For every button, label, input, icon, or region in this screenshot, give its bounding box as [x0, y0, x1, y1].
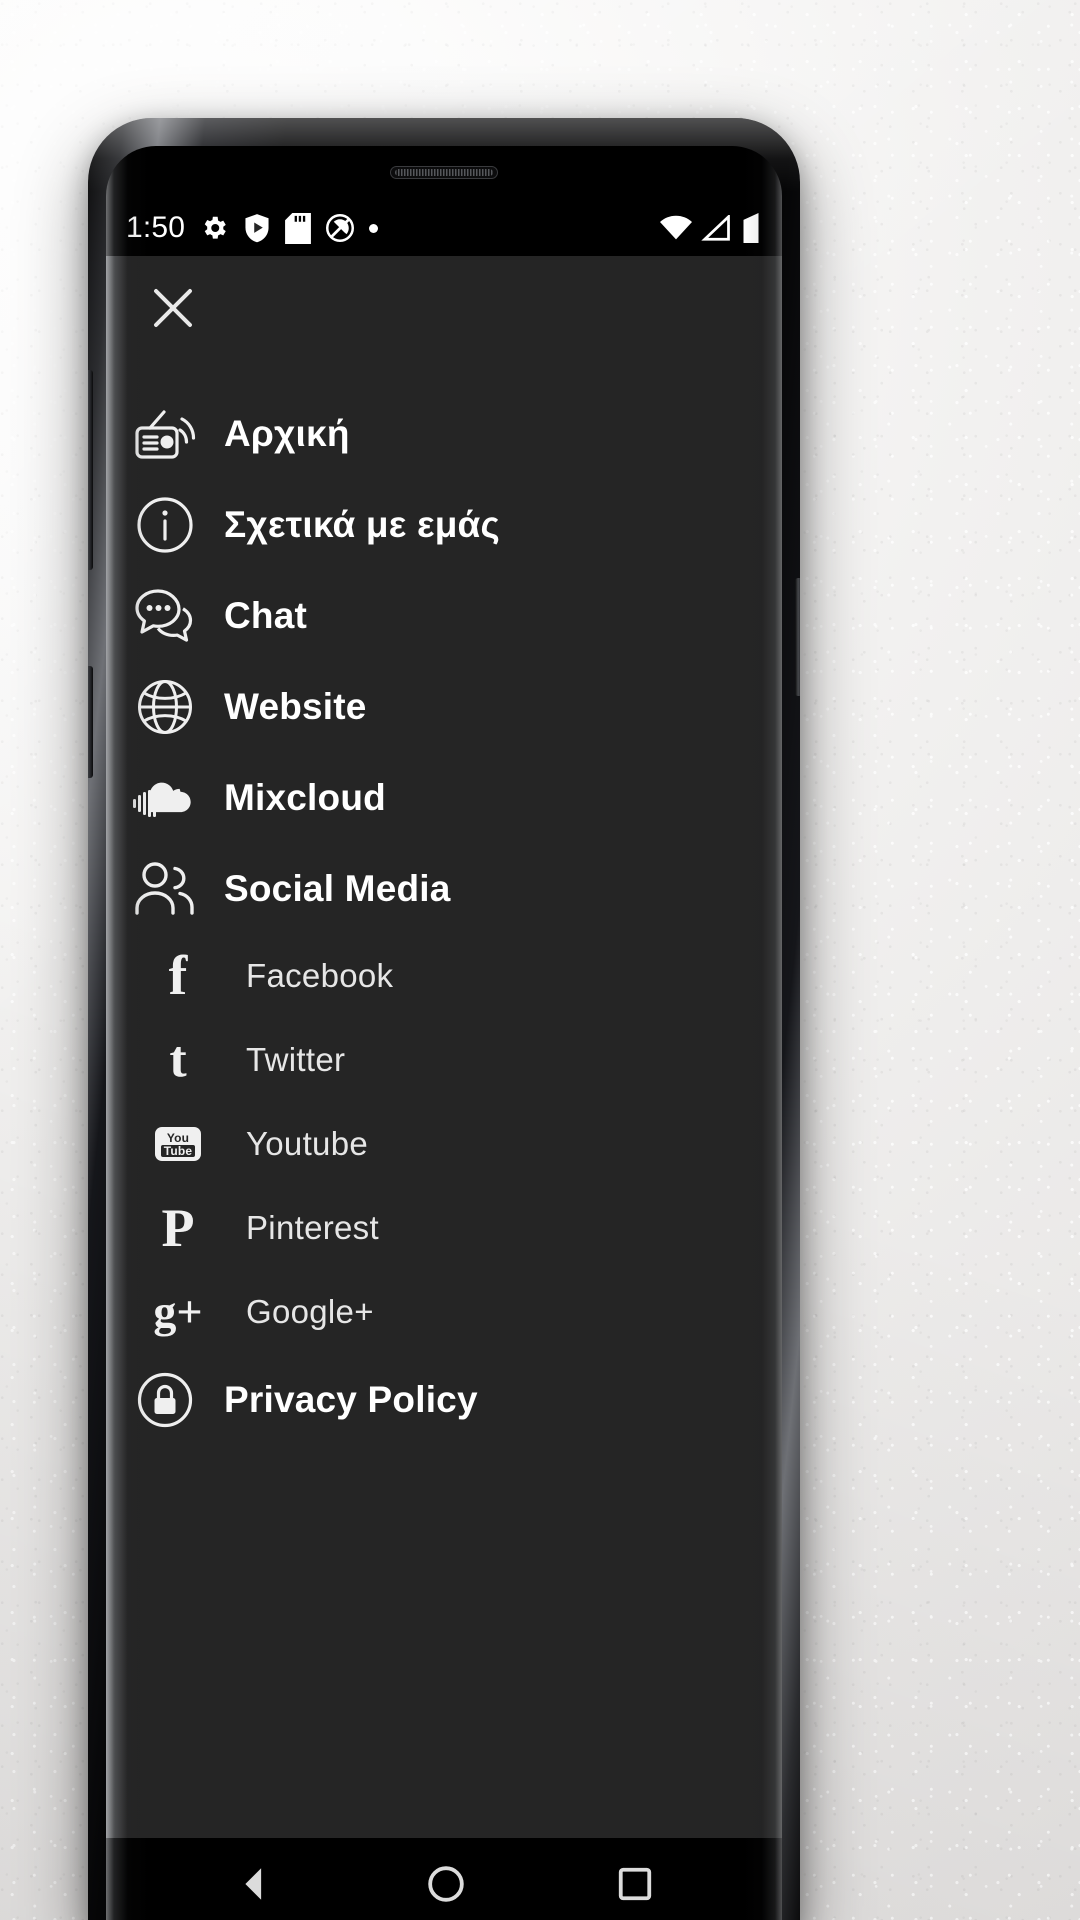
menu-item-label: Pinterest [246, 1209, 379, 1246]
menu-item-chat[interactable]: Chat [106, 570, 782, 661]
menu-item-label: Website [224, 685, 367, 727]
back-icon[interactable] [234, 1863, 276, 1905]
menu-item-home[interactable]: Αρχική [106, 388, 782, 479]
menu-item-label: Σχετικά με εμάς [224, 503, 500, 545]
wifi-icon [660, 215, 692, 241]
sd-card-icon [285, 212, 312, 244]
globe-icon [106, 678, 224, 736]
navigation-drawer: Αρχική Σχετικά με εμάς Chat Website Mixc… [106, 256, 782, 1920]
youtube-top-text: You [166, 1130, 190, 1145]
signal-icon [701, 215, 731, 241]
mixcloud-icon [106, 779, 224, 817]
assistant-button[interactable] [88, 666, 93, 778]
twitter-icon: t [106, 1034, 224, 1086]
menu-item-label: Youtube [246, 1125, 369, 1162]
menu-item-website[interactable]: Website [106, 661, 782, 752]
drawer-menu: Αρχική Σχετικά με εμάς Chat Website Mixc… [106, 360, 782, 1445]
system-navigation-bar [106, 1838, 782, 1920]
phone-device: 1:50 Αρχική Σχετικά με εμάς Chat Website… [88, 118, 800, 1920]
earpiece-speaker [390, 166, 498, 179]
menu-item-pinterest[interactable]: P Pinterest [106, 1186, 782, 1270]
menu-item-label: Αρχική [224, 412, 350, 454]
menu-item-label: Privacy Policy [224, 1378, 478, 1420]
people-icon [106, 860, 224, 918]
menu-item-youtube[interactable]: You Tube Youtube [106, 1102, 782, 1186]
twitter-glyph: t [169, 1031, 187, 1088]
facebook-icon: f [106, 948, 224, 1004]
power-button[interactable] [795, 578, 800, 696]
menu-item-mixcloud[interactable]: Mixcloud [106, 752, 782, 843]
menu-item-googleplus[interactable]: g+ Google+ [106, 1270, 782, 1354]
phone-screen: 1:50 Αρχική Σχετικά με εμάς Chat Website… [106, 146, 782, 1920]
status-clock: 1:50 [126, 211, 186, 244]
info-circle-icon [106, 496, 224, 554]
youtube-bottom-text: Tube [160, 1144, 196, 1157]
facebook-glyph: f [168, 945, 188, 1007]
close-icon[interactable] [144, 279, 202, 337]
gear-icon [199, 213, 229, 243]
pinterest-glyph: P [161, 1198, 195, 1258]
menu-item-facebook[interactable]: f Facebook [106, 934, 782, 1018]
pinterest-icon: P [106, 1201, 224, 1255]
menu-item-label: Social Media [224, 867, 451, 909]
play-shield-icon [243, 213, 271, 243]
status-bar-left: 1:50 [112, 211, 379, 244]
chat-bubbles-icon [106, 587, 224, 645]
battery-icon [740, 213, 762, 243]
menu-item-social-media[interactable]: Social Media [106, 843, 782, 934]
radio-icon [106, 406, 224, 462]
lock-circle-icon [106, 1371, 224, 1429]
drawer-header [106, 256, 782, 360]
volume-button[interactable] [88, 370, 93, 570]
menu-item-twitter[interactable]: t Twitter [106, 1018, 782, 1102]
recents-icon[interactable] [616, 1865, 654, 1903]
menu-item-label: Chat [224, 594, 308, 636]
youtube-badge: You Tube [155, 1127, 201, 1161]
status-bar-right [660, 213, 768, 243]
menu-item-privacy-policy[interactable]: Privacy Policy [106, 1354, 782, 1445]
do-not-disturb-icon [325, 213, 355, 243]
status-bar: 1:50 [106, 200, 782, 256]
menu-item-label: Google+ [246, 1293, 374, 1330]
menu-item-label: Twitter [246, 1041, 346, 1078]
menu-item-label: Facebook [246, 957, 394, 994]
dot-icon [369, 223, 379, 233]
home-icon[interactable] [427, 1865, 465, 1903]
youtube-icon: You Tube [106, 1127, 224, 1161]
menu-item-about[interactable]: Σχετικά με εμάς [106, 479, 782, 570]
googleplus-glyph: g+ [153, 1286, 203, 1337]
googleplus-icon: g+ [106, 1289, 224, 1335]
menu-item-label: Mixcloud [224, 776, 386, 818]
